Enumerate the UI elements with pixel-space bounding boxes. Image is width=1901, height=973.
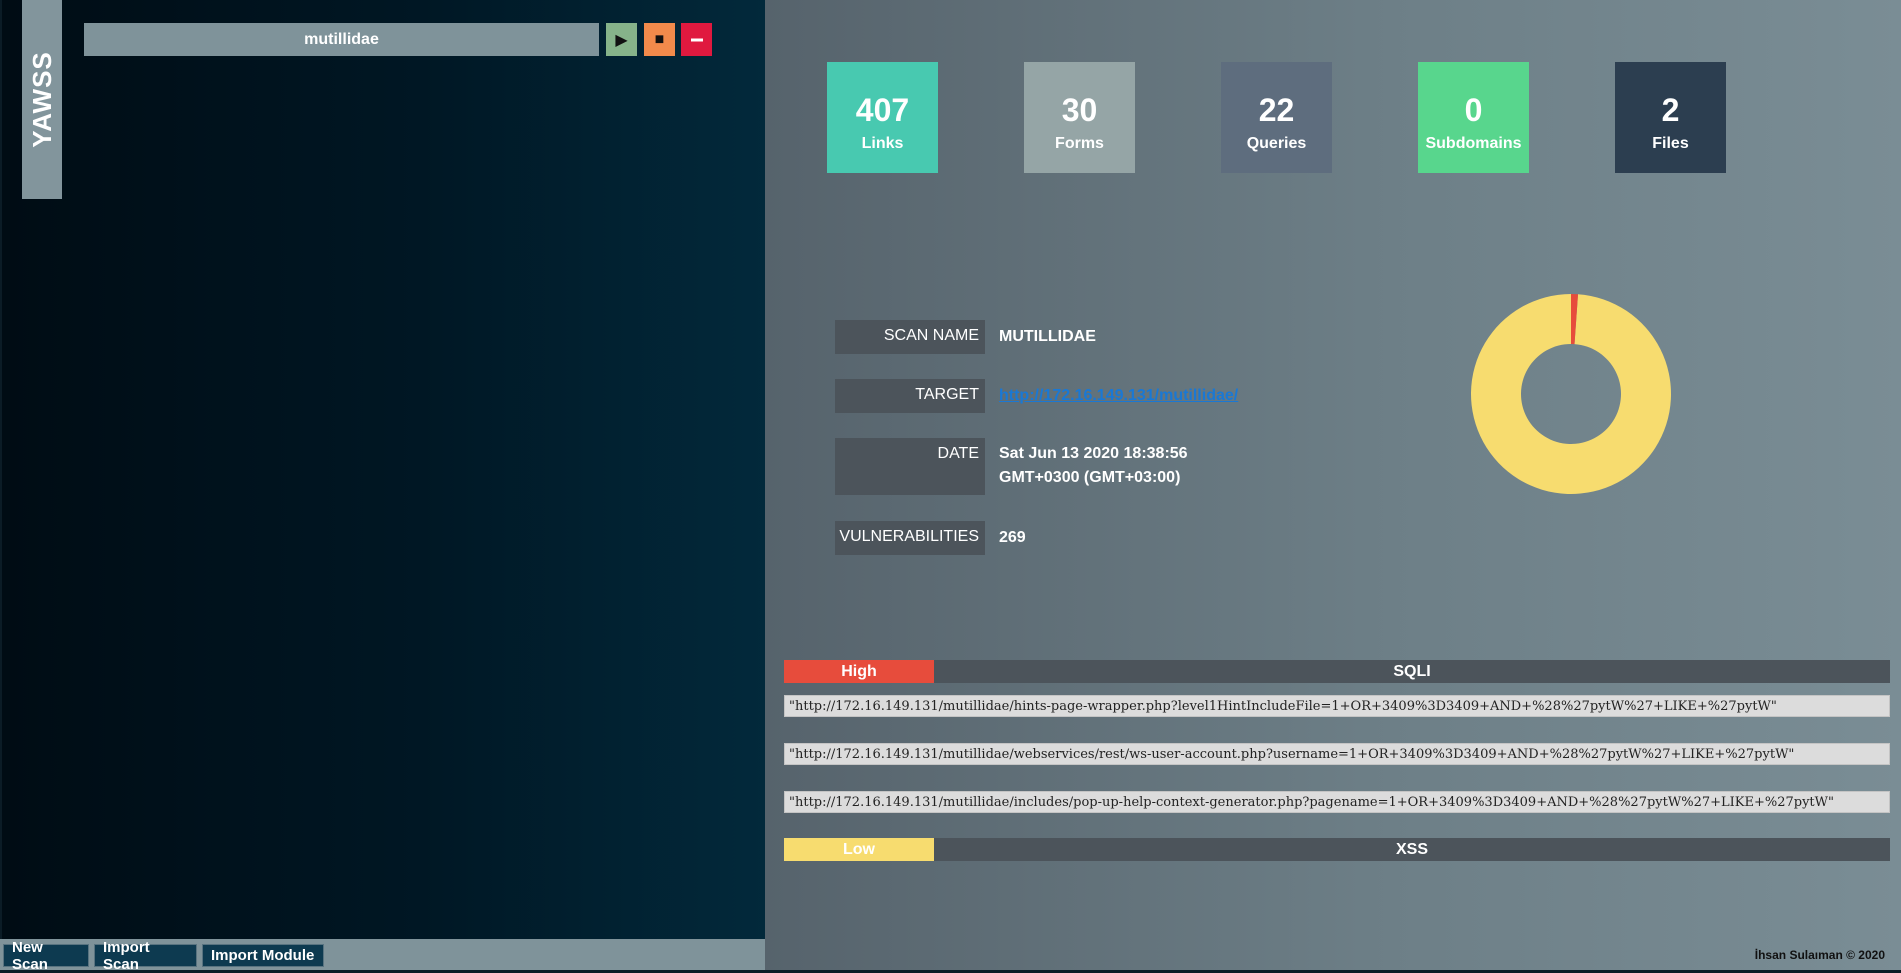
stat-links: 407 Links (827, 62, 938, 173)
vulnerabilities-value: 269 (999, 529, 1026, 546)
brand-tab: YAWSS (22, 0, 62, 199)
vulnerabilities-label: VULNERABILITIES (835, 521, 985, 555)
stop-icon: ■ (654, 30, 665, 48)
stat-label: Links (861, 135, 904, 152)
import-module-button[interactable]: Import Module (202, 944, 324, 967)
footer-credit: İhsan Sulaıman © 2020 (1754, 948, 1885, 962)
scan-dashboard: 407 Links 30 Forms 22 Queries 0 Subdomai… (765, 0, 1901, 970)
stat-value: 30 (1061, 92, 1098, 128)
severity-donut-chart (1471, 294, 1671, 494)
stat-value: 2 (1661, 92, 1680, 128)
severity-badge-high: High (784, 660, 934, 683)
severity-badge-low: Low (784, 838, 934, 861)
new-scan-button[interactable]: New Scan (3, 939, 89, 973)
stat-forms: 30 Forms (1024, 62, 1135, 173)
stat-label: Files (1652, 135, 1689, 152)
stat-subdomains: 0 Subdomains (1418, 62, 1529, 173)
remove-scan-button[interactable] (681, 23, 712, 56)
stat-label: Forms (1055, 135, 1104, 152)
stop-scan-button[interactable]: ■ (644, 23, 675, 56)
stat-queries: 22 Queries (1221, 62, 1332, 173)
target-link[interactable]: http://172.16.149.131/mutillidae/ (999, 384, 1238, 408)
finding-type-xss: XSS (1395, 840, 1428, 858)
finding-url[interactable]: "http://172.16.149.131/mutillidae/webser… (784, 743, 1890, 765)
finding-type-sqli: SQLI (1393, 662, 1431, 680)
start-scan-button[interactable]: ▶ (606, 23, 637, 56)
date-value: Sat Jun 13 2020 18:38:56 GMT+0300 (GMT+0… (999, 445, 1188, 486)
play-icon: ▶ (615, 31, 628, 49)
stat-value: 0 (1464, 92, 1483, 128)
scan-name-label: SCAN NAME (835, 320, 985, 354)
scan-name-value: MUTILLIDAE (999, 328, 1096, 345)
brand-logo-text: YAWSS (26, 51, 57, 148)
minus-icon (690, 38, 703, 41)
import-scan-button[interactable]: Import Scan (94, 939, 197, 973)
finding-group-high[interactable]: High SQLI (784, 660, 1890, 683)
date-label: DATE (835, 438, 985, 495)
stat-label: Queries (1246, 135, 1307, 152)
scan-item-name: mutillidae (304, 30, 379, 48)
finding-group-low[interactable]: Low XSS (784, 838, 1890, 861)
bottom-toolbar: New Scan Import Scan Import Module (0, 939, 765, 973)
stat-files: 2 Files (1615, 62, 1726, 173)
finding-url[interactable]: "http://172.16.149.131/mutillidae/hints-… (784, 695, 1890, 717)
stat-value: 22 (1258, 92, 1295, 128)
scan-sidebar: YAWSS mutillidae ▶ ■ (2, 0, 765, 970)
stat-label: Subdomains (1425, 135, 1522, 152)
scan-list-item[interactable]: mutillidae (84, 23, 599, 56)
target-label: TARGET (835, 379, 985, 413)
stat-value: 407 (855, 92, 910, 128)
finding-url[interactable]: "http://172.16.149.131/mutillidae/includ… (784, 791, 1890, 813)
